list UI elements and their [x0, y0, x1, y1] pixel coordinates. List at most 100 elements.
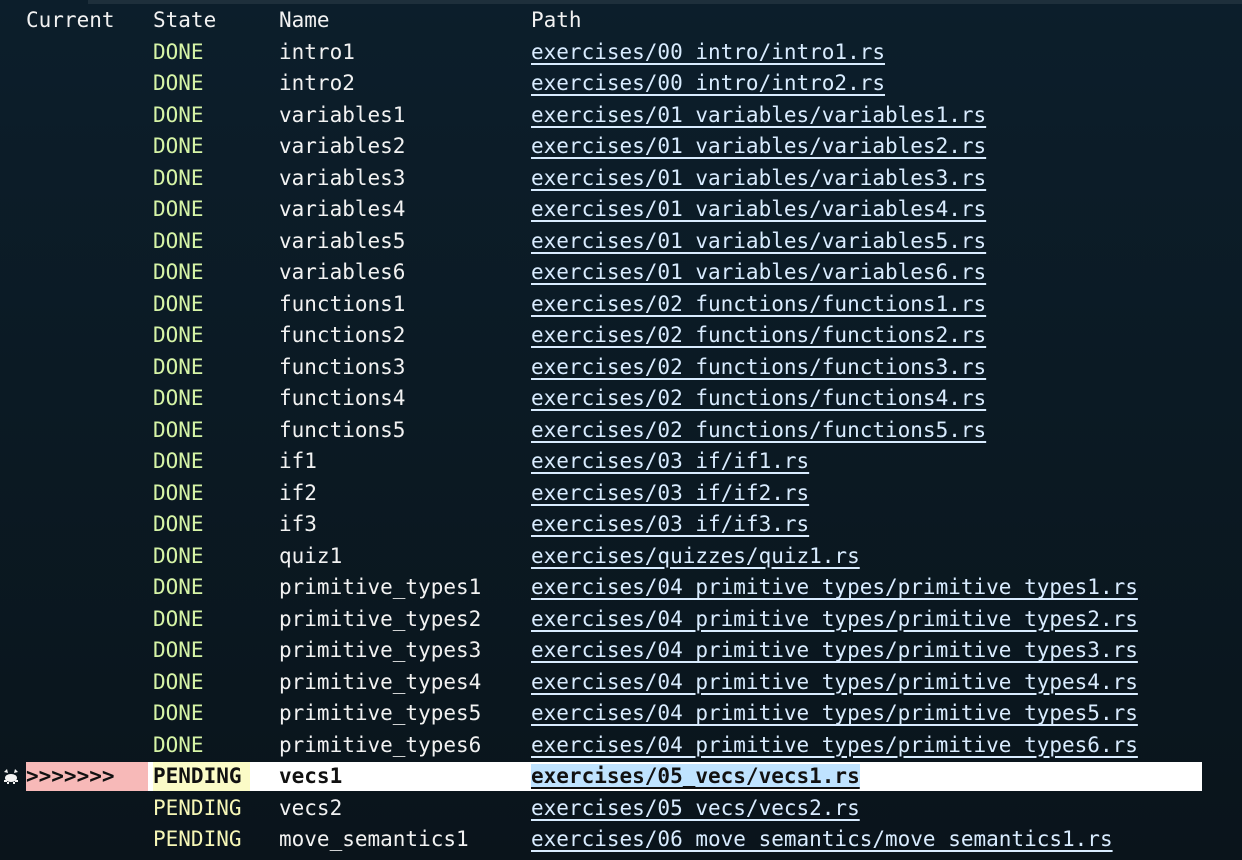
- path-cell: exercises/01_variables/variables2.rs: [531, 131, 1231, 163]
- path-cell: exercises/00_intro/intro1.rs: [531, 37, 1231, 69]
- path-cell: exercises/01_variables/variables4.rs: [531, 194, 1231, 226]
- exercise-row[interactable]: DONE intro1 exercises/00_intro/intro1.rs: [0, 37, 1242, 69]
- exercise-path-link[interactable]: exercises/00_intro/intro1.rs: [531, 40, 885, 64]
- exercise-list: Current State Name Path DONE intro1 exerci…: [0, 5, 1242, 856]
- exercise-row[interactable]: DONE variables3 exercises/01_variables/var…: [0, 163, 1242, 195]
- path-cell: exercises/03_if/if1.rs: [531, 446, 1231, 478]
- exercise-row[interactable]: DONE if3 exercises/03_if/if3.rs: [0, 509, 1242, 541]
- header-state: State: [153, 8, 217, 32]
- exercise-path-link[interactable]: exercises/06_move_semantics/move_semanti…: [531, 827, 1113, 851]
- exercise-name: functions1: [279, 291, 406, 316]
- current-marker: [26, 415, 150, 447]
- exercise-name: if1: [279, 449, 317, 473]
- exercise-row[interactable]: PENDING vecs2 exercises/05_vecs/vecs2.rs: [0, 793, 1242, 825]
- exercise-row[interactable]: DONE functions4 exercises/02_functions/fun…: [0, 383, 1242, 415]
- exercise-path-link[interactable]: exercises/01_variables/variables1.rs: [531, 103, 986, 127]
- exercise-name: primitive_types5: [279, 701, 482, 725]
- current-marker: [26, 541, 150, 573]
- exercise-row[interactable]: DONE variables4 exercises/01_variables/var…: [0, 194, 1242, 226]
- exercise-name: intro1: [279, 39, 355, 64]
- exercise-path-link[interactable]: exercises/01_variables/variables2.rs: [531, 134, 986, 158]
- current-marker: [26, 667, 150, 699]
- path-cell: exercises/04_primitive_types/primitive_t…: [531, 572, 1231, 604]
- state-badge: DONE: [153, 228, 204, 253]
- exercise-path-link[interactable]: exercises/05_vecs/vecs2.rs: [531, 796, 860, 820]
- exercise-path-link[interactable]: exercises/04_primitive_types/primitive_t…: [531, 733, 1138, 757]
- state-badge: DONE: [153, 102, 204, 127]
- exercise-row[interactable]: DONE primitive_types1 exercises/04_primiti…: [0, 572, 1242, 604]
- current-marker: [26, 163, 150, 195]
- exercise-path-link[interactable]: exercises/01_variables/variables6.rs: [531, 260, 986, 284]
- exercise-path-link[interactable]: exercises/04_primitive_types/primitive_t…: [531, 670, 1138, 694]
- exercise-row[interactable]: DONE primitive_types3 exercises/04_primiti…: [0, 635, 1242, 667]
- exercise-path-link[interactable]: exercises/04_primitive_types/primitive_t…: [531, 701, 1138, 725]
- exercise-path-link[interactable]: exercises/quizzes/quiz1.rs: [531, 544, 860, 568]
- path-cell: exercises/01_variables/variables3.rs: [531, 163, 1231, 195]
- exercise-row[interactable]: PENDING move_semantics1 exercises/06_move_…: [0, 824, 1242, 856]
- exercise-path-link[interactable]: exercises/01_variables/variables5.rs: [531, 229, 986, 253]
- state-badge: DONE: [153, 165, 204, 190]
- exercise-name: primitive_types6: [279, 732, 482, 757]
- current-marker: [26, 572, 150, 604]
- exercise-row[interactable]: DONE intro2 exercises/00_intro/intro2.rs: [0, 68, 1242, 100]
- path-cell: exercises/02_functions/functions4.rs: [531, 383, 1231, 415]
- exercise-row[interactable]: DONE primitive_types2 exercises/04_primiti…: [0, 604, 1242, 636]
- current-marker: [26, 131, 150, 163]
- exercise-path-link[interactable]: exercises/02_functions/functions4.rs: [531, 386, 986, 410]
- state-badge: DONE: [153, 417, 204, 442]
- current-marker: [26, 635, 150, 667]
- path-cell: exercises/04_primitive_types/primitive_t…: [531, 604, 1231, 636]
- exercise-path-link[interactable]: exercises/05_vecs/vecs1.rs: [531, 764, 860, 788]
- exercise-path-link[interactable]: exercises/03_if/if3.rs: [531, 512, 809, 536]
- state-badge: DONE: [153, 606, 204, 631]
- exercise-path-link[interactable]: exercises/02_functions/functions3.rs: [531, 355, 986, 379]
- exercise-row[interactable]: DONE variables6 exercises/01_variables/var…: [0, 257, 1242, 289]
- exercise-path-link[interactable]: exercises/02_functions/functions5.rs: [531, 418, 986, 442]
- exercise-name: functions2: [279, 323, 406, 347]
- path-cell: exercises/00_intro/intro2.rs: [531, 68, 1231, 100]
- exercise-row[interactable]: DONE primitive_types5 exercises/04_primiti…: [0, 698, 1242, 730]
- path-cell: exercises/05_vecs/vecs1.rs: [531, 762, 1231, 794]
- current-marker: [26, 37, 150, 69]
- exercise-row[interactable]: DONE variables2 exercises/01_variables/var…: [0, 131, 1242, 163]
- exercise-row[interactable]: DONE primitive_types6 exercises/04_primiti…: [0, 730, 1242, 762]
- exercise-name: functions4: [279, 386, 406, 410]
- exercise-row[interactable]: DONE functions5 exercises/02_functions/fun…: [0, 415, 1242, 447]
- exercise-row[interactable]: DONE variables5 exercises/01_variables/var…: [0, 226, 1242, 258]
- exercise-row[interactable]: DONE functions2 exercises/02_functions/fun…: [0, 320, 1242, 352]
- exercise-path-link[interactable]: exercises/01_variables/variables4.rs: [531, 197, 986, 221]
- current-marker: [26, 226, 150, 258]
- state-badge: DONE: [153, 575, 204, 599]
- exercise-row[interactable]: DONE functions1 exercises/02_functions/fun…: [0, 289, 1242, 321]
- exercise-row[interactable]: DONE functions3 exercises/02_functions/fun…: [0, 352, 1242, 384]
- exercise-name: variables2: [279, 134, 406, 158]
- state-badge: DONE: [153, 39, 204, 64]
- current-marker: [26, 68, 150, 100]
- exercise-name: variables6: [279, 260, 406, 284]
- current-marker: [26, 320, 150, 352]
- exercise-name: functions5: [279, 417, 406, 442]
- exercise-path-link[interactable]: exercises/03_if/if1.rs: [531, 449, 809, 473]
- exercise-row[interactable]: DONE variables1 exercises/01_variables/var…: [0, 100, 1242, 132]
- path-cell: exercises/06_move_semantics/move_semanti…: [531, 824, 1231, 856]
- exercise-row[interactable]: DONE primitive_types4 exercises/04_primiti…: [0, 667, 1242, 699]
- path-cell: exercises/03_if/if2.rs: [531, 478, 1231, 510]
- exercise-row[interactable]: DONE quiz1 exercises/quizzes/quiz1.rs: [0, 541, 1242, 573]
- current-marker: [26, 257, 150, 289]
- state-badge: DONE: [153, 291, 204, 316]
- exercise-path-link[interactable]: exercises/01_variables/variables3.rs: [531, 166, 986, 190]
- exercise-row[interactable]: DONE if1 exercises/03_if/if1.rs: [0, 446, 1242, 478]
- exercise-row-selected[interactable]: >>>>>>> PENDING vecs1 exercises/05_vecs/vec…: [0, 761, 1242, 793]
- exercise-path-link[interactable]: exercises/04_primitive_types/primitive_t…: [531, 575, 1138, 599]
- exercise-path-link[interactable]: exercises/03_if/if2.rs: [531, 481, 809, 505]
- state-badge: DONE: [153, 386, 204, 410]
- exercise-path-link[interactable]: exercises/00_intro/intro2.rs: [531, 71, 885, 95]
- state-badge: PENDING: [153, 827, 242, 851]
- exercise-path-link[interactable]: exercises/04_primitive_types/primitive_t…: [531, 638, 1138, 662]
- exercise-row[interactable]: DONE if2 exercises/03_if/if2.rs: [0, 478, 1242, 510]
- exercise-name: vecs2: [279, 795, 343, 820]
- path-cell: exercises/02_functions/functions2.rs: [531, 320, 1231, 352]
- exercise-path-link[interactable]: exercises/02_functions/functions2.rs: [531, 323, 986, 347]
- exercise-path-link[interactable]: exercises/02_functions/functions1.rs: [531, 292, 986, 316]
- exercise-path-link[interactable]: exercises/04_primitive_types/primitive_t…: [531, 607, 1138, 631]
